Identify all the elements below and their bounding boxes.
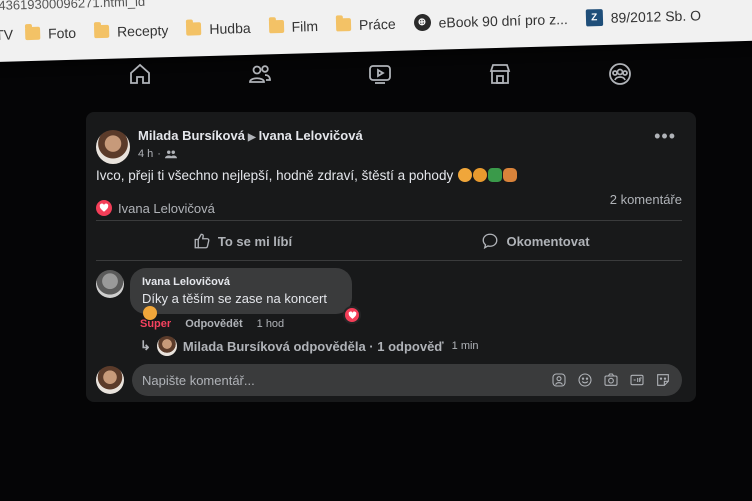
nav-home[interactable]	[110, 54, 170, 94]
avatar-sticker-button[interactable]	[550, 371, 568, 389]
folder-icon	[335, 18, 352, 32]
reaction-summary[interactable]: Ivana Lelovičová	[96, 200, 215, 216]
reply-arrow-icon: ↳	[140, 338, 151, 353]
bookmark-hudba[interactable]: Hudba	[186, 19, 251, 37]
url-fragment[interactable]: 43619300096271.html_ld	[0, 0, 145, 13]
super-reaction-button[interactable]: Super	[140, 318, 171, 330]
post-card: Milada Bursíková ▶ Ivana Lelovičová 4 h · …	[86, 112, 696, 402]
bookmark-prace[interactable]: Práce	[335, 15, 396, 33]
divider	[96, 260, 682, 261]
bookmark-label: TV	[0, 25, 14, 43]
love-reaction-icon	[96, 200, 112, 216]
avatar-sticker-icon	[552, 373, 566, 387]
post-meta: 4 h ·	[138, 148, 177, 160]
comment-text-content: Díky a těším se zase na koncert	[142, 291, 327, 306]
bookmark-foto[interactable]: Foto	[24, 24, 77, 42]
arrow-right-icon: ▶	[247, 132, 256, 143]
bouquet-emoji-icon	[502, 168, 517, 182]
emoji-button[interactable]	[576, 371, 594, 389]
like-button[interactable]: To se mi líbí	[96, 224, 389, 258]
divider	[96, 220, 682, 221]
post-text-content: Ivco, přeji ti všechno nejlepší, hodně z…	[96, 168, 454, 183]
post-text: Ivco, přeji ti všechno nejlepší, hodně z…	[96, 168, 517, 183]
bookmark-label: eBook 90 dní pro z...	[438, 10, 568, 31]
comment-count[interactable]: 2 komentáře	[610, 192, 682, 207]
folder-icon	[186, 22, 202, 36]
clover-emoji-icon	[487, 168, 502, 182]
reply-button[interactable]: Odpovědět	[185, 318, 242, 330]
comment-author[interactable]: Ivana Lelovičová	[142, 276, 340, 288]
emoji-icon	[578, 373, 592, 387]
nav-groups[interactable]	[590, 54, 650, 94]
top-nav	[80, 52, 680, 96]
commenter-avatar[interactable]	[96, 270, 124, 298]
nav-watch[interactable]	[350, 54, 410, 94]
folder-icon	[24, 26, 41, 41]
target-name[interactable]: Ivana Lelovičová	[259, 128, 363, 143]
comment-composer	[132, 364, 682, 396]
camera-icon	[604, 373, 618, 386]
bookmark-label: Hudba	[209, 19, 251, 37]
current-user-avatar[interactable]	[96, 366, 124, 394]
bookmark-zakon[interactable]: Z 89/2012 Sb. O	[585, 6, 702, 27]
more-options-icon[interactable]: •••	[654, 126, 676, 147]
folder-icon	[93, 24, 110, 39]
friends-audience-icon[interactable]	[164, 150, 177, 159]
post-time[interactable]: 4 h	[138, 148, 153, 160]
author-avatar[interactable]	[96, 130, 130, 164]
gif-button[interactable]	[628, 371, 646, 389]
reaction-names: Ivana Lelovičová	[118, 200, 215, 216]
comment-time[interactable]: 1 hod	[257, 318, 285, 330]
z-site-icon: Z	[585, 9, 603, 27]
bookmark-tv[interactable]: TV	[0, 26, 13, 42]
post-actions: To se mi líbí Okomentovat	[96, 224, 682, 258]
comment-input[interactable]	[142, 372, 550, 388]
sticker-button[interactable]	[654, 371, 672, 389]
groups-icon	[609, 63, 631, 85]
home-icon	[130, 63, 150, 84]
separator: ·	[157, 148, 161, 160]
sticker-icon	[657, 374, 669, 386]
photo-button[interactable]	[602, 371, 620, 389]
bookmark-label: 89/2012 Sb. O	[610, 6, 702, 26]
reply-summary: Milada Bursíková odpověděla · 1 odpověď	[182, 338, 444, 354]
kiss-emoji-icon	[457, 168, 472, 182]
comment-icon	[483, 233, 498, 250]
site-icon: ⊕	[413, 13, 431, 32]
nav-friends[interactable]	[230, 54, 290, 94]
author-name[interactable]: Milada Bursíková	[138, 128, 245, 143]
view-replies-link[interactable]: ↳ Milada Bursíková odpověděla · 1 odpově…	[140, 336, 479, 356]
composer-tools	[550, 371, 672, 389]
bookmark-film[interactable]: Film	[268, 17, 318, 34]
watch-icon	[369, 65, 391, 84]
friends-icon	[249, 65, 271, 83]
bookmark-label: Foto	[47, 24, 77, 42]
comment-label: Okomentovat	[506, 233, 590, 249]
bookmark-recepty[interactable]: Recepty	[93, 21, 169, 40]
marketplace-icon	[489, 64, 511, 84]
comment-button[interactable]: Okomentovat	[389, 224, 682, 258]
nav-marketplace[interactable]	[470, 54, 530, 94]
gif-icon	[630, 374, 644, 386]
bookmarks-bar: TV Foto Recepty Hudba Film Práce ⊕ eBook …	[0, 6, 719, 43]
comment-bubble: Ivana Lelovičová Díky a těším se zase na…	[130, 268, 361, 324]
bookmark-label: Práce	[358, 15, 396, 33]
post-header: Milada Bursíková ▶ Ivana Lelovičová	[138, 128, 363, 143]
bookmark-label: Film	[291, 17, 319, 35]
replier-avatar	[156, 336, 177, 356]
folder-icon	[268, 19, 284, 34]
thumbs-up-icon	[194, 233, 210, 249]
party-emoji-icon	[472, 168, 487, 182]
comment-actions: Super Odpovědět 1 hod	[140, 318, 284, 330]
love-reaction-icon[interactable]	[343, 306, 361, 324]
bookmark-label: Recepty	[116, 21, 169, 40]
reply-time: 1 min	[451, 340, 479, 352]
comment-text: Díky a těším se zase na koncert	[142, 291, 340, 321]
like-label: To se mi líbí	[217, 233, 293, 249]
bookmark-ebook[interactable]: ⊕ eBook 90 dní pro z...	[413, 10, 568, 32]
